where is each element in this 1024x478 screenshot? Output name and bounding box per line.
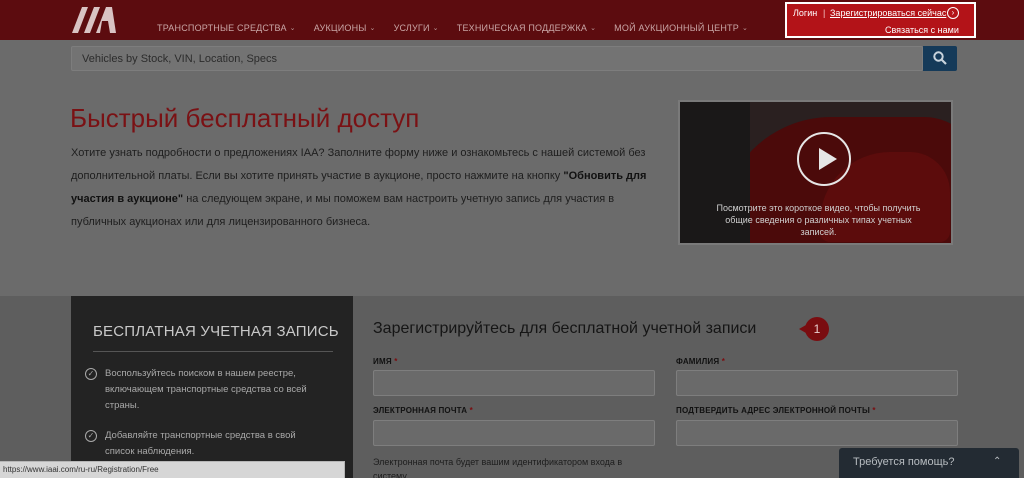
first-name-label-text: ИМЯ [373, 357, 392, 366]
search-input[interactable] [71, 46, 923, 71]
email-label-text: ЭЛЕКТРОННАЯ ПОЧТА [373, 406, 468, 415]
nav-item-auctions[interactable]: АУКЦИОНЫ ⌄ [314, 23, 376, 33]
email-label: ЭЛЕКТРОННАЯ ПОЧТА * [373, 406, 473, 415]
intro-video[interactable]: Посмотрите это короткое видео, чтобы пол… [678, 100, 953, 245]
nav-item-services[interactable]: УСЛУГИ ⌄ [394, 23, 439, 33]
video-caption: Посмотрите это короткое видео, чтобы пол… [716, 203, 921, 237]
free-account-title: БЕСПЛАТНАЯ УЧЕТНАЯ ЗАПИСЬ [93, 323, 339, 340]
user-account-box: Логин | Зарегистрироваться сейчас › Связ… [785, 2, 976, 38]
confirm-email-label-text: ПОДТВЕРДИТЬ АДРЕС ЭЛЕКТРОННОЙ ПОЧТЫ [676, 406, 870, 415]
last-name-label: ФАМИЛИЯ * [676, 357, 725, 366]
page-title: Быстрый бесплатный доступ [70, 103, 420, 133]
chevron-down-icon: ⌄ [741, 25, 749, 32]
divider [93, 351, 333, 352]
last-name-label-text: ФАМИЛИЯ [676, 357, 720, 366]
search-bar [0, 40, 1024, 80]
first-name-label: ИМЯ * [373, 357, 398, 366]
nav-label: МОЙ АУКЦИОННЫЙ ЦЕНТР [614, 23, 739, 33]
nav-label: ТРАНСПОРТНЫЕ СРЕДСТВА [157, 23, 287, 33]
iaa-logo[interactable] [70, 5, 118, 35]
help-widget-label: Требуется помощь? [853, 456, 955, 468]
contact-link[interactable]: Связаться с нами [885, 25, 959, 35]
step-badge: 1 [799, 317, 829, 341]
nav-item-my-auction-center[interactable]: МОЙ АУКЦИОННЫЙ ЦЕНТР ⌄ [614, 23, 748, 33]
chevron-down-icon: ⌄ [289, 25, 296, 32]
required-mark: * [469, 406, 473, 415]
nav-item-support[interactable]: ТЕХНИЧЕСКАЯ ПОДДЕРЖКА ⌄ [457, 23, 596, 33]
benefit-text: Добавляйте транспортные средства в свой … [105, 430, 296, 457]
required-mark: * [721, 357, 726, 366]
required-mark: * [394, 357, 398, 366]
check-circle-icon: ✓ [85, 430, 97, 442]
help-widget[interactable]: Требуется помощь? ⌃ [839, 448, 1019, 478]
benefit-text: Воспользуйтесь поиском в нашем реестре, … [105, 368, 307, 411]
nav-label: УСЛУГИ [393, 23, 430, 33]
first-name-field[interactable] [373, 370, 655, 396]
check-circle-icon: ✓ [85, 368, 97, 380]
benefit-item: ✓ Воспользуйтесь поиском в нашем реестре… [85, 366, 315, 414]
login-link[interactable]: Логин [793, 8, 817, 18]
chevron-up-icon[interactable]: ⌃ [993, 456, 1001, 467]
free-account-panel: БЕСПЛАТНАЯ УЧЕТНАЯ ЗАПИСЬ ✓ Воспользуйте… [71, 296, 353, 478]
confirm-email-label: ПОДТВЕРДИТЬ АДРЕС ЭЛЕКТРОННОЙ ПОЧТЫ * [676, 406, 876, 415]
nav-item-vehicles[interactable]: ТРАНСПОРТНЫЕ СРЕДСТВА ⌄ [157, 23, 296, 33]
required-mark: * [872, 406, 876, 415]
intro-text: Хотите узнать подробности о предложениях… [71, 142, 661, 234]
panel-pointer [353, 421, 369, 449]
last-name-field[interactable] [676, 370, 958, 396]
chevron-down-icon: ⌄ [590, 25, 597, 32]
register-link[interactable]: Зарегистрироваться сейчас [830, 8, 946, 18]
email-help-text: Электронная почта будет вашим идентифика… [373, 457, 623, 478]
status-bar-url: https://www.iaai.com/ru-ru/Registration/… [0, 461, 345, 478]
chevron-down-icon: ⌄ [369, 25, 376, 32]
nav-label: АУКЦИОНЫ [313, 23, 367, 33]
intro-text-part-1: Хотите узнать подробности о предложениях… [71, 147, 646, 182]
main-nav: ТРАНСПОРТНЫЕ СРЕДСТВА ⌄ АУКЦИОНЫ ⌄ УСЛУГИ ⌄… [157, 23, 748, 33]
separator: | [823, 8, 826, 18]
arrow-circle-icon[interactable]: › [947, 7, 959, 19]
search-button[interactable] [923, 46, 957, 71]
confirm-email-field[interactable] [676, 420, 958, 446]
nav-label: ТЕХНИЧЕСКАЯ ПОДДЕРЖКА [456, 23, 588, 33]
play-icon[interactable] [797, 132, 851, 186]
benefit-item: ✓ Добавляйте транспортные средства в сво… [85, 428, 315, 460]
search-icon [933, 51, 947, 65]
email-field[interactable] [373, 420, 655, 446]
chevron-down-icon: ⌄ [432, 25, 439, 32]
form-title: Зарегистрируйтесь для бесплатной учетной… [373, 320, 757, 337]
